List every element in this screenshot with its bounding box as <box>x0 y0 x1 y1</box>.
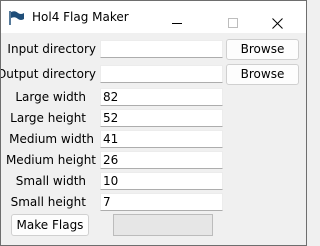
maximize-icon <box>228 18 238 28</box>
output-directory-field[interactable] <box>100 65 223 83</box>
small-height-label: Small height <box>10 195 86 209</box>
small-width-label: Small width <box>15 174 86 188</box>
minimize-button[interactable] <box>154 1 200 33</box>
window-title: Hol4 Flag Maker <box>32 10 129 24</box>
medium-width-label: Medium width <box>9 132 94 146</box>
input-directory-label: Input directory <box>7 42 96 56</box>
large-height-label: Large height <box>10 111 86 125</box>
small-height-field[interactable]: 7 <box>100 193 223 211</box>
large-height-field[interactable]: 52 <box>100 109 223 127</box>
browse-output-button[interactable]: Browse <box>226 64 299 85</box>
title-bar[interactable]: Hol4 Flag Maker <box>1 1 306 33</box>
close-icon <box>272 18 283 29</box>
flag-icon <box>9 11 24 25</box>
progress-bar <box>113 214 213 236</box>
browse-input-button[interactable]: Browse <box>226 39 299 60</box>
medium-height-label: Medium height <box>5 153 96 167</box>
input-directory-field[interactable] <box>100 40 223 58</box>
large-width-label: Large width <box>15 90 86 104</box>
minimize-icon <box>172 23 182 24</box>
medium-height-field[interactable]: 26 <box>100 151 223 169</box>
close-button[interactable] <box>254 1 300 33</box>
app-window: Hol4 Flag Maker Input directory Browse O… <box>0 0 307 246</box>
maximize-button <box>208 1 254 33</box>
output-directory-label: Output directory <box>0 67 96 81</box>
make-flags-button[interactable]: Make Flags <box>11 214 89 236</box>
medium-width-field[interactable]: 41 <box>100 130 223 148</box>
large-width-field[interactable]: 82 <box>100 88 223 106</box>
small-width-field[interactable]: 10 <box>100 172 223 190</box>
form-area: Input directory Browse Output directory … <box>1 33 306 245</box>
